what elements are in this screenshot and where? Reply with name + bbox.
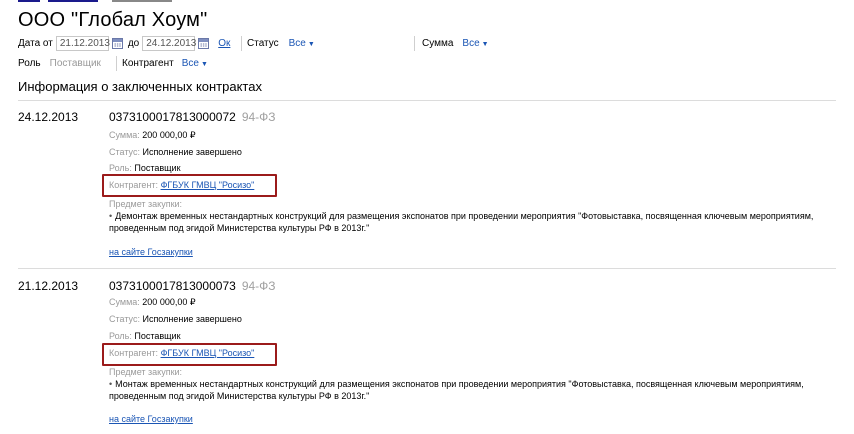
subject-line: • Монтаж временных нестандартных конструк…	[109, 378, 839, 390]
gov-site-link[interactable]: на сайте Госзакупки	[109, 414, 193, 424]
calendar-icon[interactable]	[111, 38, 123, 49]
subject-label: Предмет закупки:	[109, 199, 182, 209]
role-filter: Роль Поставщик	[18, 58, 101, 69]
sum-filter-label: Сумма	[422, 38, 454, 49]
gov-site-link-row: на сайте Госзакупки	[109, 414, 193, 424]
section-title: Информация о заключенных контрактах	[18, 79, 262, 94]
counterparty-filter-label: Контрагент	[122, 58, 174, 69]
date-to-input[interactable]: 24.12.2013	[142, 36, 196, 51]
date-from-input[interactable]: 21.12.2013	[55, 36, 110, 51]
chevron-down-icon: ▼	[307, 41, 315, 48]
date-filter: Дата от 21.12.2013 до 24.12.2013 Ок	[18, 36, 230, 51]
contract-number: 0373100017813000072 94-ФЗ	[109, 110, 276, 124]
date-from-label: Дата от	[18, 38, 53, 49]
subject-label: Предмет закупки:	[109, 367, 182, 377]
contract-law: 94-ФЗ	[241, 110, 276, 124]
sum-dropdown[interactable]: Все ▼	[462, 38, 488, 49]
nav-link-fragment[interactable]	[48, 0, 98, 2]
apply-ok-link[interactable]: Ок	[218, 38, 230, 49]
status-filter-label: Статус	[247, 38, 279, 49]
nav-link-fragment[interactable]	[18, 0, 40, 2]
nav-text-fragment	[112, 0, 172, 2]
sum-value: 200 000,00 ₽	[142, 297, 196, 307]
sum-value: 200 000,00 ₽	[142, 130, 196, 140]
top-nav-strip	[0, 0, 854, 4]
contract-date: 21.12.2013	[18, 279, 79, 293]
counterparty-dropdown-value: Все	[181, 58, 199, 69]
chevron-down-icon: ▼	[200, 61, 208, 68]
subject-line: • Демонтаж временных нестандартных констр…	[109, 210, 839, 222]
divider	[18, 100, 836, 101]
status-filter: Статус Все ▼	[247, 38, 315, 49]
role-filter-label: Роль	[18, 58, 41, 69]
sum-filter: Сумма Все ▼	[422, 38, 489, 49]
company-title: ООО "Глобал Хоум"	[18, 9, 208, 31]
subject-line-text: Монтаж временных нестандартных конструкц…	[115, 379, 804, 389]
subject-text: • Монтаж временных нестандартных конструк…	[109, 378, 839, 402]
contract-status: Статус: Исполнение завершено	[109, 314, 242, 324]
role-label: Роль:	[109, 331, 132, 341]
counterparty-filter: Контрагент Все ▼	[122, 58, 208, 69]
counterparty-dropdown[interactable]: Все ▼	[182, 58, 208, 69]
status-label: Статус:	[109, 314, 140, 324]
calendar-icon[interactable]	[198, 38, 210, 49]
subject-label-text: Предмет закупки:	[109, 367, 183, 377]
chevron-down-icon: ▼	[481, 41, 489, 48]
status-value: Исполнение завершено	[142, 147, 242, 157]
role-value: Поставщик	[134, 163, 181, 173]
gov-site-link-row: на сайте Госзакупки	[109, 247, 193, 257]
date-to-label: до	[127, 38, 140, 49]
bullet-icon: •	[109, 211, 113, 221]
contract-role: Роль: Поставщик	[109, 331, 181, 341]
contract-date: 24.12.2013	[18, 110, 79, 124]
role-value: Поставщик	[134, 331, 181, 341]
filter-bar: Дата от 21.12.2013 до 24.12.2013 Ок Стат…	[0, 34, 854, 74]
subject-line: проведенным под эгидой Министерства куль…	[109, 223, 370, 233]
divider	[116, 56, 117, 71]
status-value: Исполнение завершено	[142, 314, 242, 324]
contract-number-value: 0373100017813000073	[109, 279, 236, 293]
contract-number-value: 0373100017813000072	[109, 110, 236, 124]
subject-label-text: Предмет закупки:	[109, 199, 183, 209]
subject-line: проведенным под эгидой Министерства куль…	[109, 391, 370, 401]
contract-sum: Сумма: 200 000,00 ₽	[109, 297, 196, 308]
divider	[414, 36, 415, 51]
contract-law: 94-ФЗ	[241, 279, 276, 293]
highlight-box	[102, 174, 277, 197]
status-label: Статус:	[109, 147, 140, 157]
contract-role: Роль: Поставщик	[109, 163, 181, 173]
status-dropdown-value: Все	[288, 38, 306, 49]
bullet-icon: •	[109, 379, 113, 389]
role-label: Роль:	[109, 163, 132, 173]
role-filter-value[interactable]: Поставщик	[50, 58, 101, 69]
subject-text: • Демонтаж временных нестандартных констр…	[109, 210, 839, 234]
status-dropdown[interactable]: Все ▼	[289, 38, 315, 49]
sum-label: Сумма:	[109, 297, 140, 307]
divider	[18, 268, 836, 269]
gov-site-link[interactable]: на сайте Госзакупки	[109, 247, 193, 257]
highlight-box	[102, 343, 277, 366]
contract-status: Статус: Исполнение завершено	[109, 147, 242, 157]
sum-dropdown-value: Все	[462, 38, 480, 49]
contract-sum: Сумма: 200 000,00 ₽	[109, 130, 196, 141]
subject-line-text: Демонтаж временных нестандартных констру…	[115, 211, 814, 221]
divider	[241, 36, 242, 51]
contract-number: 0373100017813000073 94-ФЗ	[109, 279, 276, 293]
sum-label: Сумма:	[109, 130, 140, 140]
